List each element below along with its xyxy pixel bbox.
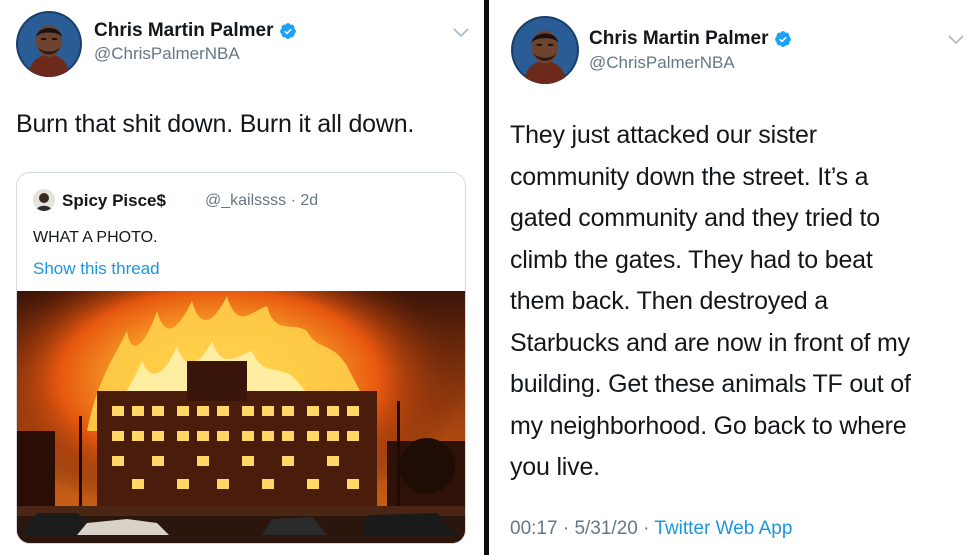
author-name[interactable]: Chris Martin Palmer [94, 20, 297, 42]
quote-text: WHAT A PHOTO. [33, 229, 158, 246]
portrait-avatar-icon [511, 16, 579, 84]
verified-badge-icon [279, 23, 296, 39]
quote-avatar-icon [33, 189, 55, 211]
tweet-text-line: climb the gates. They had to beat [510, 245, 873, 274]
tweet-text-line: gated community and they tried to [510, 204, 880, 232]
tweet-meta-row: 00:17 · 5/31/20 · Twitter Web App [510, 518, 792, 540]
meta-separator: · [637, 518, 655, 539]
quote-avatar [33, 189, 55, 211]
chevron-down-icon[interactable] [452, 27, 470, 39]
tweet-text-line: They just attacked our sister [510, 121, 817, 149]
portrait-avatar-icon [16, 11, 82, 77]
tweet-text-line: community down the street. It’s a [510, 162, 869, 191]
author-name[interactable]: Chris Martin Palmer [589, 28, 792, 50]
tweet-text-line: my neighborhood. Go back to where [510, 411, 907, 440]
show-thread-link[interactable]: Show this thread [33, 259, 160, 279]
left-tweet-panel: Chris Martin Palmer @ChrisPalmerNBA Burn… [0, 0, 484, 555]
tweet-text-line: building. Get these animals TF out of [510, 370, 911, 398]
author-handle[interactable]: @ChrisPalmerNBA [589, 53, 735, 73]
chevron-down-icon[interactable] [947, 34, 965, 46]
quoted-tweet-card[interactable]: Spicy Pisce$ @_kailssss · 2d WHAT A PHOT… [16, 172, 466, 544]
quote-author-name: Spicy Pisce$ [62, 191, 166, 210]
author-handle[interactable]: @ChrisPalmerNBA [94, 44, 240, 64]
tweet-date[interactable]: 5/31/20 [574, 518, 637, 539]
tweet-text-line: Starbucks and are now in front of my [510, 328, 910, 357]
tweet-text-line: you live. [510, 453, 600, 481]
tweet-time[interactable]: 00:17 [510, 518, 558, 539]
burning-building-image[interactable] [17, 291, 465, 543]
tweet-text: They just attacked our sister community … [510, 115, 970, 489]
tweet-text: Burn that shit down. Burn it all down. [16, 110, 415, 138]
quote-meta: @_kailssss · 2d [205, 192, 319, 209]
author-name-label: Chris Martin Palmer [94, 20, 274, 41]
author-name-label: Chris Martin Palmer [589, 28, 769, 49]
burning-building-image-icon [17, 291, 465, 543]
meta-separator: · [557, 518, 575, 539]
tweet-source-link[interactable]: Twitter Web App [654, 518, 792, 539]
avatar[interactable] [16, 11, 82, 77]
right-tweet-panel: Chris Martin Palmer @ChrisPalmerNBA They… [489, 0, 976, 555]
avatar[interactable] [511, 16, 579, 84]
verified-badge-icon [774, 31, 791, 47]
tweet-text-line: them back. Then destroyed a [510, 287, 828, 315]
